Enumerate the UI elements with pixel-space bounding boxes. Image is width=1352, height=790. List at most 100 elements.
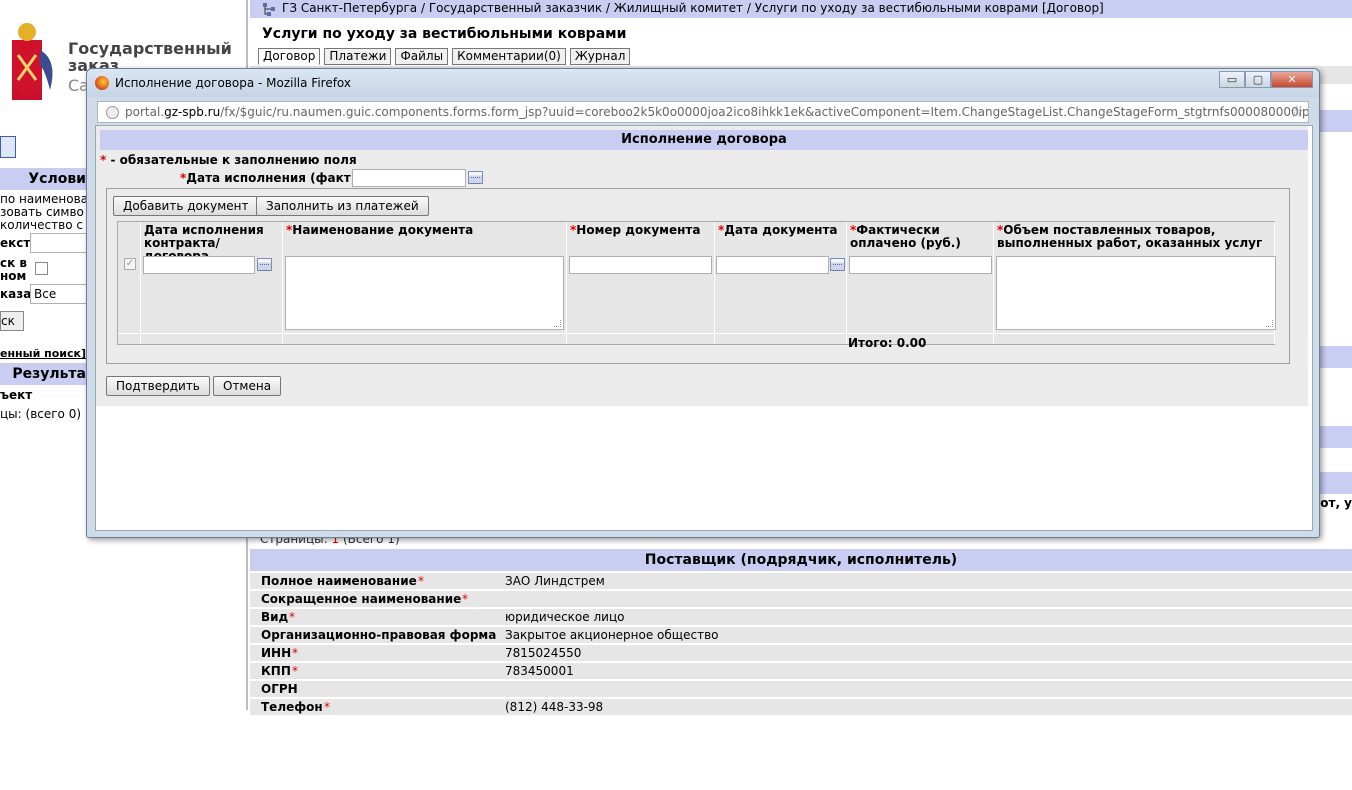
add-document-button[interactable]: Добавить документ [113,196,259,216]
text-input[interactable] [30,233,90,253]
tree-icon [263,3,275,16]
supplier-field-label: Вид [261,610,289,624]
documents-box: Добавить документ Заполнить из платежей … [106,188,1290,364]
supplier-field-label: ОГРН [261,682,298,696]
maximize-icon[interactable]: ▢ [1245,71,1271,88]
tab-contract[interactable]: Договор [258,48,321,65]
table-row: Телефон * (812) 448-33-98 [250,699,1352,716]
text-label: екст [0,236,31,250]
table-row: Организационно-правовая форма Закрытое ак… [250,627,1352,644]
form-title: Исполнение договора [100,130,1308,150]
calendar-icon[interactable] [468,171,483,184]
tab-bar: Договор Платежи Файлы Комментарии(0) Жур… [258,48,631,65]
row-select-checkbox[interactable]: ✓ [124,258,136,270]
supplier-field-value: 783450001 [505,664,574,678]
col-header-doc-number: *Номер документа [570,223,701,237]
window-controls: ▭ ▢ ✕ [1219,71,1313,88]
required-note: * - обязательные к заполнению поля [100,153,357,167]
supplier-field-value: ЗАО Линдстрем [505,574,605,588]
volume-textarea[interactable] [996,256,1276,330]
pages-count: цы: (всего 0) [0,407,81,421]
supplier-field-value: (812) 448-33-98 [505,700,604,714]
breadcrumb-text[interactable]: ГЗ Санкт-Петербурга / Государственный за… [282,1,1104,15]
supplier-section-title: Поставщик (подрядчик, исполнитель) [250,549,1352,571]
close-icon[interactable]: ✕ [1271,71,1313,88]
required-marker: * [418,574,424,588]
tab-journal[interactable]: Журнал [569,48,631,65]
fill-from-payments-button[interactable]: Заполнить из платежей [256,196,429,216]
url-path: /fx/$guic/ru.naumen.guic.components.form… [220,105,1309,119]
search-in-label-1: ск в [0,256,28,270]
cancel-button[interactable]: Отмена [213,376,282,396]
col-header-doc-date: *Дата документа [718,223,838,237]
left-text-3: количество с [0,218,83,232]
required-marker: * [289,610,295,624]
tab-comments[interactable]: Комментарии(0) [452,48,566,65]
table-row: Вид * юридическое лицо [250,609,1352,626]
supplier-field-label: Полное наименование [261,574,417,588]
popup-content: Исполнение договора * - обязательные к з… [95,125,1313,531]
supplier-field-value: Закрытое акционерное общество [505,628,719,642]
supplier-field-value: юридическое лицо [505,610,625,624]
required-marker: * [292,664,298,678]
supplier-field-label: Организационно-правовая форма [261,628,497,642]
url-bar[interactable]: portal.gz-spb.ru/fx/$guic/ru.naumen.guic… [97,101,1309,123]
tab-payments[interactable]: Платежи [324,48,392,65]
table-row: Полное наименование * ЗАО Линдстрем [250,573,1352,590]
pages-count-label: цы: [0,407,22,421]
page-title: Услуги по уходу за вестибюльными коврами [262,26,627,42]
supplier-field-value: 7815024550 [505,646,582,660]
table-row: Сокращенное наименование * [250,591,1352,608]
required-marker: * [324,700,330,714]
execution-date-input[interactable] [352,169,466,187]
globe-icon [106,106,119,119]
supplier-field-label: Сокращенное наименование [261,592,462,606]
search-in-checkbox[interactable] [35,262,48,275]
table-row: КПП * 783450001 [250,663,1352,680]
advanced-search-link[interactable]: енный поиск] [0,347,86,360]
supplier-field-label: Телефон [261,700,323,714]
confirm-button[interactable]: Подтвердить [106,376,210,396]
conditions-header: Услови [0,168,90,190]
results-header: Результа [0,363,90,385]
execution-date-label: *Дата исполнения (факт) [180,171,357,185]
minimize-icon[interactable]: ▭ [1219,71,1245,88]
paid-amount-input[interactable] [849,256,992,274]
supplier-field-label: ИНН [261,646,292,660]
popup-title: Исполнение договора - Mozilla Firefox [115,76,352,90]
bookmark-star-icon[interactable]: ☆ [1290,102,1304,122]
supplier-field-label: КПП [261,664,291,678]
popup-window: Исполнение договора - Mozilla Firefox ▭ … [86,68,1320,538]
pages-count-value: (всего 0) [25,407,82,421]
popup-titlebar[interactable]: Исполнение договора - Mozilla Firefox ▭ … [87,69,1319,97]
table-row: ОГРН [250,681,1352,698]
doc-date-input[interactable] [716,256,829,274]
breadcrumb: ГЗ Санкт-Петербурга / Государственный за… [250,0,1352,18]
firefox-icon [95,76,109,90]
left-text-1: по наименова [0,192,89,206]
required-marker: * [292,646,298,660]
show-select[interactable]: Все [30,284,90,304]
object-label: ъект [0,388,33,402]
col-header-volume: *Объем поставленных товаров, выполненных… [997,223,1263,250]
documents-table: Дата исполнения контракта/договора *Наим… [117,221,1276,350]
doc-name-textarea[interactable] [285,256,564,330]
left-toggle-button[interactable] [0,136,16,158]
total-value: Итого: 0.00 [848,336,927,350]
search-button[interactable]: ск [0,311,24,331]
url-domain: gz-spb.ru [164,105,221,119]
coat-of-arms-icon [12,23,53,100]
tab-files[interactable]: Файлы [395,48,449,65]
col-header-paid: *Фактически оплачено (руб.) [850,223,961,250]
required-marker: * [462,592,468,606]
calendar-icon[interactable] [830,258,845,271]
left-text-2: зовать симво [0,205,84,219]
form-area: Исполнение договора * - обязательные к з… [96,126,1308,406]
search-in-label-2: ном [0,269,27,283]
url-prefix: portal. [125,105,165,119]
calendar-icon[interactable] [257,258,272,271]
table-row: ИНН * 7815024550 [250,645,1352,662]
col-header-doc-name: *Наименование документа [286,223,474,237]
exec-date-input[interactable] [143,256,255,274]
doc-number-input[interactable] [569,256,712,274]
